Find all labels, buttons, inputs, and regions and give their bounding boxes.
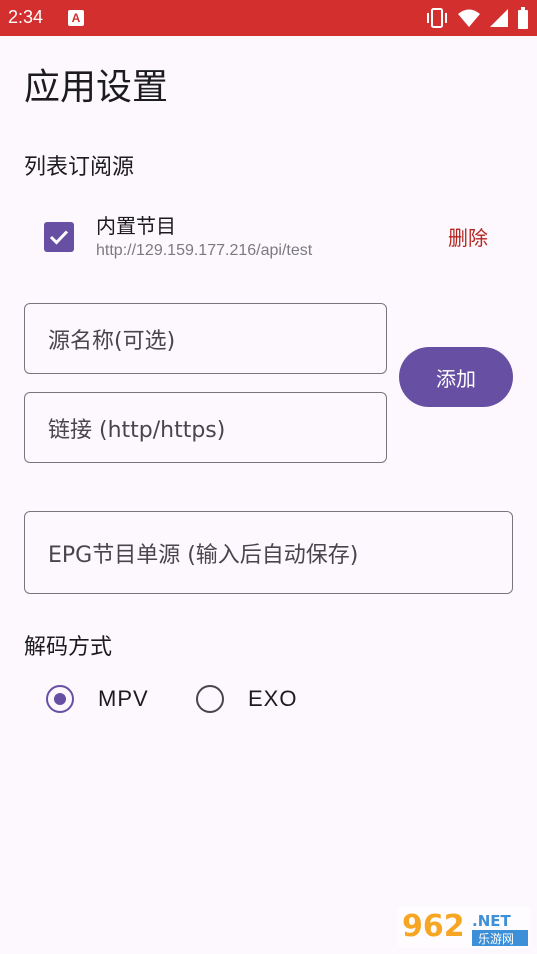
watermark-number: 962: [402, 909, 465, 944]
status-icons: [425, 7, 529, 29]
radio-button-exo[interactable]: [196, 685, 224, 713]
subscription-url: http://129.159.177.216/api/test: [96, 242, 313, 259]
wifi-icon: [458, 9, 480, 27]
link-placeholder: 链接 (http/https): [48, 417, 226, 443]
site-watermark-logo: 962 .NET 乐游网: [398, 906, 530, 948]
radio-label-mpv: MPV: [98, 686, 149, 711]
battery-icon: [518, 7, 528, 29]
vibrate-icon: [427, 8, 447, 28]
radio-option-exo[interactable]: EXO: [196, 681, 297, 717]
decoder-section-title: 解码方式: [24, 635, 113, 660]
delete-button[interactable]: 删除: [448, 224, 488, 252]
subscription-item: 内置节目 http://129.159.177.216/api/test 删除: [44, 208, 514, 268]
page-title: 应用设置: [24, 67, 169, 108]
checkmark-icon: [49, 230, 69, 245]
source-name-input[interactable]: 源名称(可选): [24, 303, 387, 374]
subscription-name: 内置节目: [96, 214, 176, 238]
status-time: 2:34: [8, 7, 44, 27]
radio-label-exo: EXO: [248, 686, 298, 711]
radio-button-mpv[interactable]: [46, 685, 74, 713]
subscription-checkbox[interactable]: [44, 222, 74, 252]
epg-input[interactable]: EPG节目单源 (输入后自动保存): [24, 511, 513, 594]
status-bar: 2:34 A: [0, 0, 537, 36]
link-input[interactable]: 链接 (http/https): [24, 392, 387, 463]
app-notification-icon: A: [68, 10, 84, 26]
subscription-section-title: 列表订阅源: [24, 155, 135, 180]
epg-placeholder: EPG节目单源 (输入后自动保存): [48, 542, 359, 568]
watermark-suffix: .NET: [472, 912, 511, 930]
source-name-placeholder: 源名称(可选): [48, 328, 176, 354]
add-button[interactable]: 添加: [399, 347, 513, 407]
signal-icon: [490, 9, 508, 27]
watermark-site: 乐游网: [478, 932, 514, 946]
radio-option-mpv[interactable]: MPV: [46, 681, 149, 717]
